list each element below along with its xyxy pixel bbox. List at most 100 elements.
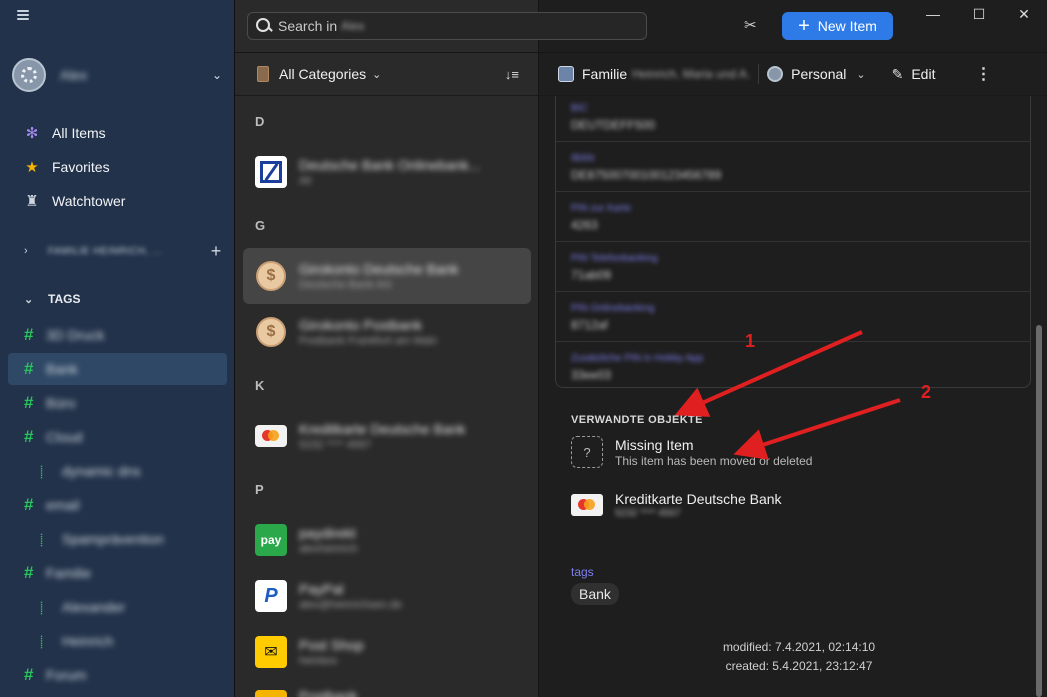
- search-field[interactable]: Search in Alex: [247, 12, 647, 40]
- field-row[interactable]: IBAN DE87500700100123456789: [556, 142, 1030, 192]
- edit-label: Edit: [911, 66, 936, 82]
- nav-all-items[interactable]: ✻ All Items: [12, 117, 226, 149]
- field-row[interactable]: PIN Telefonbanking 71ab09: [556, 242, 1030, 292]
- subtag-icon: ⸽: [40, 464, 44, 479]
- tag-label: Forum: [46, 667, 87, 683]
- field-group: BIC DEUTDEFF500 IBAN DE87500700100123456…: [555, 96, 1031, 388]
- tags-heading[interactable]: ⌄ TAGS: [24, 292, 80, 306]
- tag-subitem[interactable]: ⸽ Heinrich: [40, 625, 224, 657]
- account-name: Alex: [60, 67, 88, 83]
- maximize-button[interactable]: ☐: [969, 6, 989, 23]
- tag-subitem[interactable]: ⸽ Alexander: [40, 591, 224, 623]
- scrollbar[interactable]: [1036, 325, 1042, 697]
- tag-subitem[interactable]: ⸽ dynamic dns: [40, 455, 224, 487]
- list-item[interactable]: Kreditkarte Deutsche Bank 5232 **** 4567: [243, 408, 531, 464]
- vault-label[interactable]: Familie: [582, 66, 627, 82]
- tag-item-selected[interactable]: # Bank: [8, 353, 227, 385]
- field-row[interactable]: BIC DEUTDEFF500: [556, 96, 1030, 142]
- tools-icon[interactable]: ✂: [744, 16, 757, 34]
- list-item[interactable]: $ Girokonto Postbank Postbank Frankfurt …: [243, 304, 531, 360]
- category-dropdown[interactable]: All Categories: [279, 66, 366, 82]
- modified-timestamp: modified: 7.4.2021, 02:14:10: [722, 640, 876, 654]
- minimize-button[interactable]: —: [923, 6, 943, 22]
- postbank-icon: [255, 690, 287, 697]
- list-item-subtitle: 5232 **** 4567: [299, 439, 372, 451]
- coin-icon: $: [255, 316, 287, 348]
- field-value[interactable]: 71ab09: [571, 268, 1030, 282]
- item-detail-pane: BIC DEUTDEFF500 IBAN DE87500700100123456…: [539, 96, 1047, 697]
- hamburger-menu-icon[interactable]: [17, 10, 29, 22]
- list-item-subtitle: alex@heinrichsen.de: [299, 599, 402, 611]
- vault-icon: [558, 66, 574, 82]
- field-value[interactable]: 33ee03: [571, 368, 1030, 382]
- search-icon: [256, 18, 272, 34]
- hash-icon: #: [24, 427, 34, 446]
- tag-item[interactable]: # Forum: [24, 659, 224, 691]
- account-avatar: [12, 58, 46, 92]
- more-options-icon[interactable]: ⋮: [975, 64, 991, 84]
- field-row[interactable]: PIN zur Karte 4263: [556, 192, 1030, 242]
- field-row[interactable]: PIN Onlinebanking 8712af: [556, 292, 1030, 342]
- tag-item[interactable]: # Büro: [24, 387, 224, 419]
- add-icon[interactable]: +: [208, 241, 224, 262]
- chevron-right-icon[interactable]: ›: [24, 245, 38, 257]
- list-item-title: PayPal: [299, 581, 344, 597]
- related-item[interactable]: Kreditkarte Deutsche Bank 5232 **** 4567: [571, 489, 782, 521]
- section-letter: D: [255, 114, 265, 129]
- field-value[interactable]: DE87500700100123456789: [571, 168, 1030, 182]
- list-item[interactable]: Postbank: [243, 680, 531, 697]
- account-switcher[interactable]: Alex ⌄: [12, 58, 224, 92]
- tag-item[interactable]: # Familie: [24, 557, 224, 589]
- tag-chip[interactable]: Bank: [571, 583, 619, 605]
- category-bar: All Categories ⌄ ↓≡: [235, 52, 539, 96]
- hash-icon: #: [24, 359, 34, 378]
- personal-vault-icon: [767, 66, 784, 82]
- tag-item[interactable]: # Cloud: [24, 421, 224, 453]
- field-value[interactable]: DEUTDEFF500: [571, 118, 1030, 132]
- nav-watchtower[interactable]: ♜ Watchtower: [12, 185, 226, 217]
- app-window: Alex ⌄ ✻ All Items ★ Favorites ♜ Watchto…: [0, 0, 1047, 697]
- list-item[interactable]: pay paydirekt alexheinrich: [243, 512, 531, 568]
- close-button[interactable]: ✕: [1014, 6, 1034, 23]
- vault-name: FAMILIE HEINRICH, ...: [48, 245, 162, 257]
- list-item-title: Postbank: [299, 688, 358, 697]
- tag-item[interactable]: # email: [24, 489, 224, 521]
- category-icon: [257, 66, 269, 82]
- sort-icon[interactable]: ↓≡: [505, 67, 519, 82]
- field-value[interactable]: 4263: [571, 218, 1030, 232]
- field-row[interactable]: Zusätzliche PIN in Hobby App 33ee03: [556, 342, 1030, 392]
- related-item-subtitle: 5232 **** 4567: [615, 508, 681, 519]
- tag-label: email: [46, 497, 80, 513]
- new-item-button[interactable]: + New Item: [782, 12, 893, 40]
- chevron-down-icon[interactable]: ⌄: [372, 68, 381, 81]
- search-placeholder: Search in: [278, 18, 338, 34]
- paydirekt-icon: pay: [255, 524, 287, 556]
- related-item-title: Missing Item: [615, 436, 694, 453]
- vault-row[interactable]: › FAMILIE HEINRICH, ... +: [24, 236, 224, 266]
- plus-icon: +: [798, 15, 810, 37]
- list-item[interactable]: ✉ Post Shop heinbox: [243, 624, 531, 680]
- coin-icon: $: [255, 260, 287, 292]
- edit-button[interactable]: ✎ Edit: [892, 66, 936, 83]
- grid-icon: ✻: [25, 125, 39, 142]
- list-item[interactable]: Deutsche Bank Onlinebank... Ali: [243, 144, 531, 200]
- tag-item[interactable]: # 3D Druck: [24, 319, 224, 351]
- detail-header: Familie Heinrich, Maria und A... Persona…: [539, 52, 1047, 96]
- personal-vault-dropdown[interactable]: Personal: [791, 66, 846, 82]
- list-item-selected[interactable]: $ Girokonto Deutsche Bank Deutsche Bank …: [243, 248, 531, 304]
- field-label: PIN Onlinebanking: [571, 303, 655, 314]
- list-item-subtitle: heinbox: [299, 655, 338, 667]
- list-item[interactable]: P PayPal alex@heinrichsen.de: [243, 568, 531, 624]
- tag-label: Spamprävention: [62, 531, 164, 547]
- hash-icon: #: [24, 495, 34, 514]
- nav-favorites[interactable]: ★ Favorites: [12, 151, 226, 183]
- mastercard-icon: [571, 494, 603, 516]
- list-item-subtitle: Postbank Frankfurt am Main: [299, 335, 438, 347]
- related-item-missing[interactable]: ? Missing Item This item has been moved …: [571, 436, 812, 468]
- tag-subitem[interactable]: ⸽ Spamprävention: [40, 523, 224, 555]
- hash-icon: #: [24, 325, 34, 344]
- field-value[interactable]: 8712af: [571, 318, 1030, 332]
- chevron-down-icon[interactable]: ⌄: [856, 68, 865, 81]
- subtag-icon: ⸽: [40, 600, 44, 615]
- section-letter: P: [255, 482, 264, 497]
